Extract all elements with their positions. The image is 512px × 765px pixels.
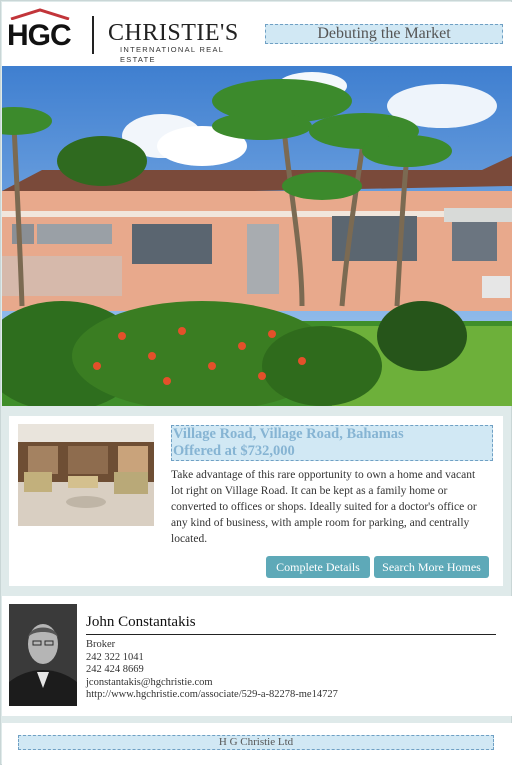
email-frame: HGC CHRISTIE'S INTERNATIONAL REAL ESTATE…: [0, 0, 512, 765]
interior-image: [18, 424, 154, 526]
listing-thumbnail[interactable]: [18, 424, 154, 526]
agent-name: John Constantakis: [86, 614, 496, 635]
hgc-logo[interactable]: HGC: [7, 8, 73, 52]
logo-divider: [92, 16, 94, 54]
agent-email-link[interactable]: jconstantakis@hgchristie.com: [86, 677, 338, 690]
tagline-editable-field[interactable]: Debuting the Market: [265, 24, 503, 44]
agent-card: John Constantakis Broker 242 322 1041 24…: [2, 596, 512, 716]
complete-details-button[interactable]: Complete Details: [266, 556, 370, 578]
footer: H G Christie Ltd: [2, 723, 512, 765]
footer-company-name: H G Christie Ltd: [218, 736, 294, 748]
footer-company-editable-field[interactable]: H G Christie Ltd: [18, 735, 494, 750]
agent-contact-info: Broker 242 322 1041 242 424 8669 jconsta…: [86, 639, 338, 702]
hero-property-photo[interactable]: [2, 66, 512, 406]
agent-photo: [9, 604, 77, 706]
agent-portrait: [9, 604, 77, 706]
agent-phone-secondary[interactable]: 242 424 8669: [86, 664, 338, 677]
listing-card: Village Road, Village Road, Bahamas Offe…: [9, 416, 503, 586]
christies-logo-main: CHRISTIE'S: [108, 20, 239, 46]
agent-profile-link[interactable]: http://www.hgchristie.com/associate/529-…: [86, 689, 338, 702]
listing-price: Offered at $732,000: [173, 443, 295, 459]
tagline-text: Debuting the Market: [317, 25, 451, 42]
hero-image: [2, 66, 512, 406]
hgc-logo-text: HGC: [7, 19, 72, 52]
listing-title-editable-field[interactable]: Village Road, Village Road, Bahamas Offe…: [171, 425, 493, 461]
agent-title: Broker: [86, 639, 116, 650]
header: HGC CHRISTIE'S INTERNATIONAL REAL ESTATE…: [2, 2, 512, 66]
christies-logo[interactable]: CHRISTIE'S INTERNATIONAL REAL ESTATE: [108, 20, 248, 65]
listing-description: Take advantage of this rare opportunity …: [171, 469, 477, 545]
listing-address: Village Road, Village Road, Bahamas: [173, 426, 404, 442]
agent-phone-primary[interactable]: 242 322 1041: [86, 652, 338, 665]
search-more-homes-button[interactable]: Search More Homes: [374, 556, 489, 578]
christies-logo-sub: INTERNATIONAL REAL ESTATE: [120, 45, 224, 64]
